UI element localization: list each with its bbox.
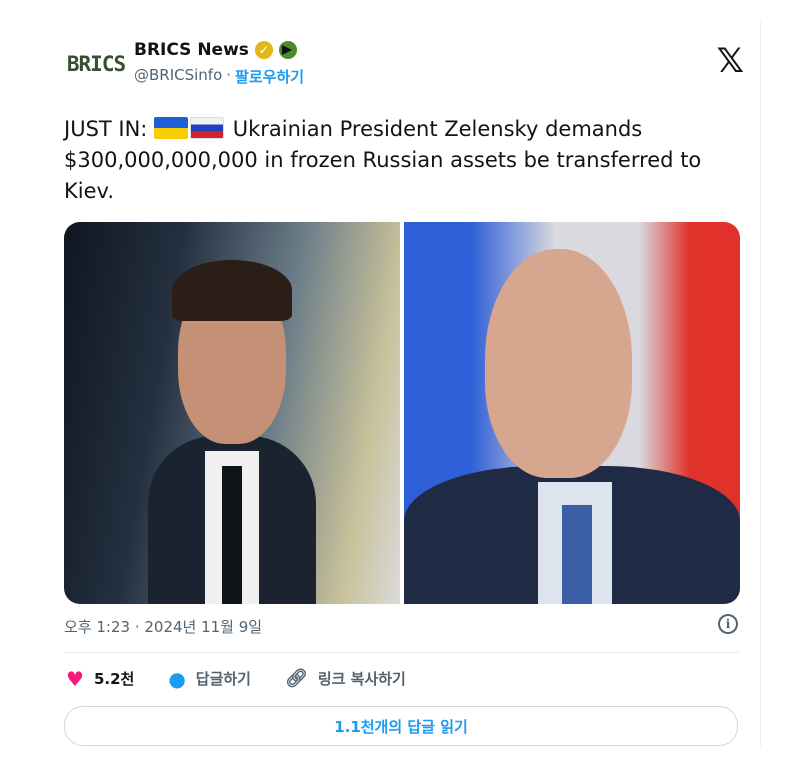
photo-right[interactable] [404,222,740,604]
tie-shape [561,504,593,604]
photo-left[interactable] [64,222,400,604]
tweet-prefix: JUST IN: [64,117,148,141]
tweet-text: JUST IN: Ukrainian President Zelensky de… [64,114,744,207]
card-border [760,22,761,746]
verified-badge-icon: ✓ [254,41,273,59]
tweet-timestamp[interactable]: 오후 1:23 · 2024년 11월 9일 [64,616,262,637]
heart-icon: ♥ [66,666,84,691]
reply-button[interactable]: ● 답글하기 [168,668,251,689]
account-name[interactable]: BRICS News [134,40,249,60]
hair-shape [171,260,293,322]
account-handle[interactable]: @BRICSinfo [134,66,222,87]
like-button[interactable]: ♥ 5.2천 [66,668,134,689]
tweet-media[interactable] [64,222,740,604]
ukraine-flag-icon [154,117,189,139]
separator-dot: · [226,66,232,84]
reply-label: 답글하기 [195,670,251,688]
russia-flag-icon [190,117,225,139]
affiliate-badge-icon [278,41,297,59]
copy-link-button[interactable]: 🔗︎ 링크 복사하기 [285,668,406,689]
x-logo-icon[interactable]: 𝕏 [717,44,744,78]
action-bar: ♥ 5.2천 ● 답글하기 🔗︎ 링크 복사하기 [66,668,440,689]
head-shape [484,248,633,478]
handle-row: @BRICSinfo · 팔로우하기 [134,66,304,87]
info-icon[interactable]: i [718,614,738,634]
divider [64,652,740,653]
tweet-card: BRICS BRICS News ✓ @BRICSinfo · 팔로우하기 𝕏 … [60,22,762,752]
link-icon: 🔗︎ [284,667,308,689]
speech-bubble-icon: ● [168,666,186,691]
name-row: BRICS News ✓ [134,40,297,60]
like-count: 5.2천 [93,670,135,688]
follow-button[interactable]: 팔로우하기 [235,66,304,87]
tie-shape [221,466,243,604]
copy-link-label: 링크 복사하기 [317,670,406,688]
avatar[interactable]: BRICS [64,42,128,86]
read-replies-button[interactable]: 1.1천개의 답글 읽기 [64,706,738,746]
tweet-header: BRICS BRICS News ✓ @BRICSinfo · 팔로우하기 𝕏 [64,34,754,90]
